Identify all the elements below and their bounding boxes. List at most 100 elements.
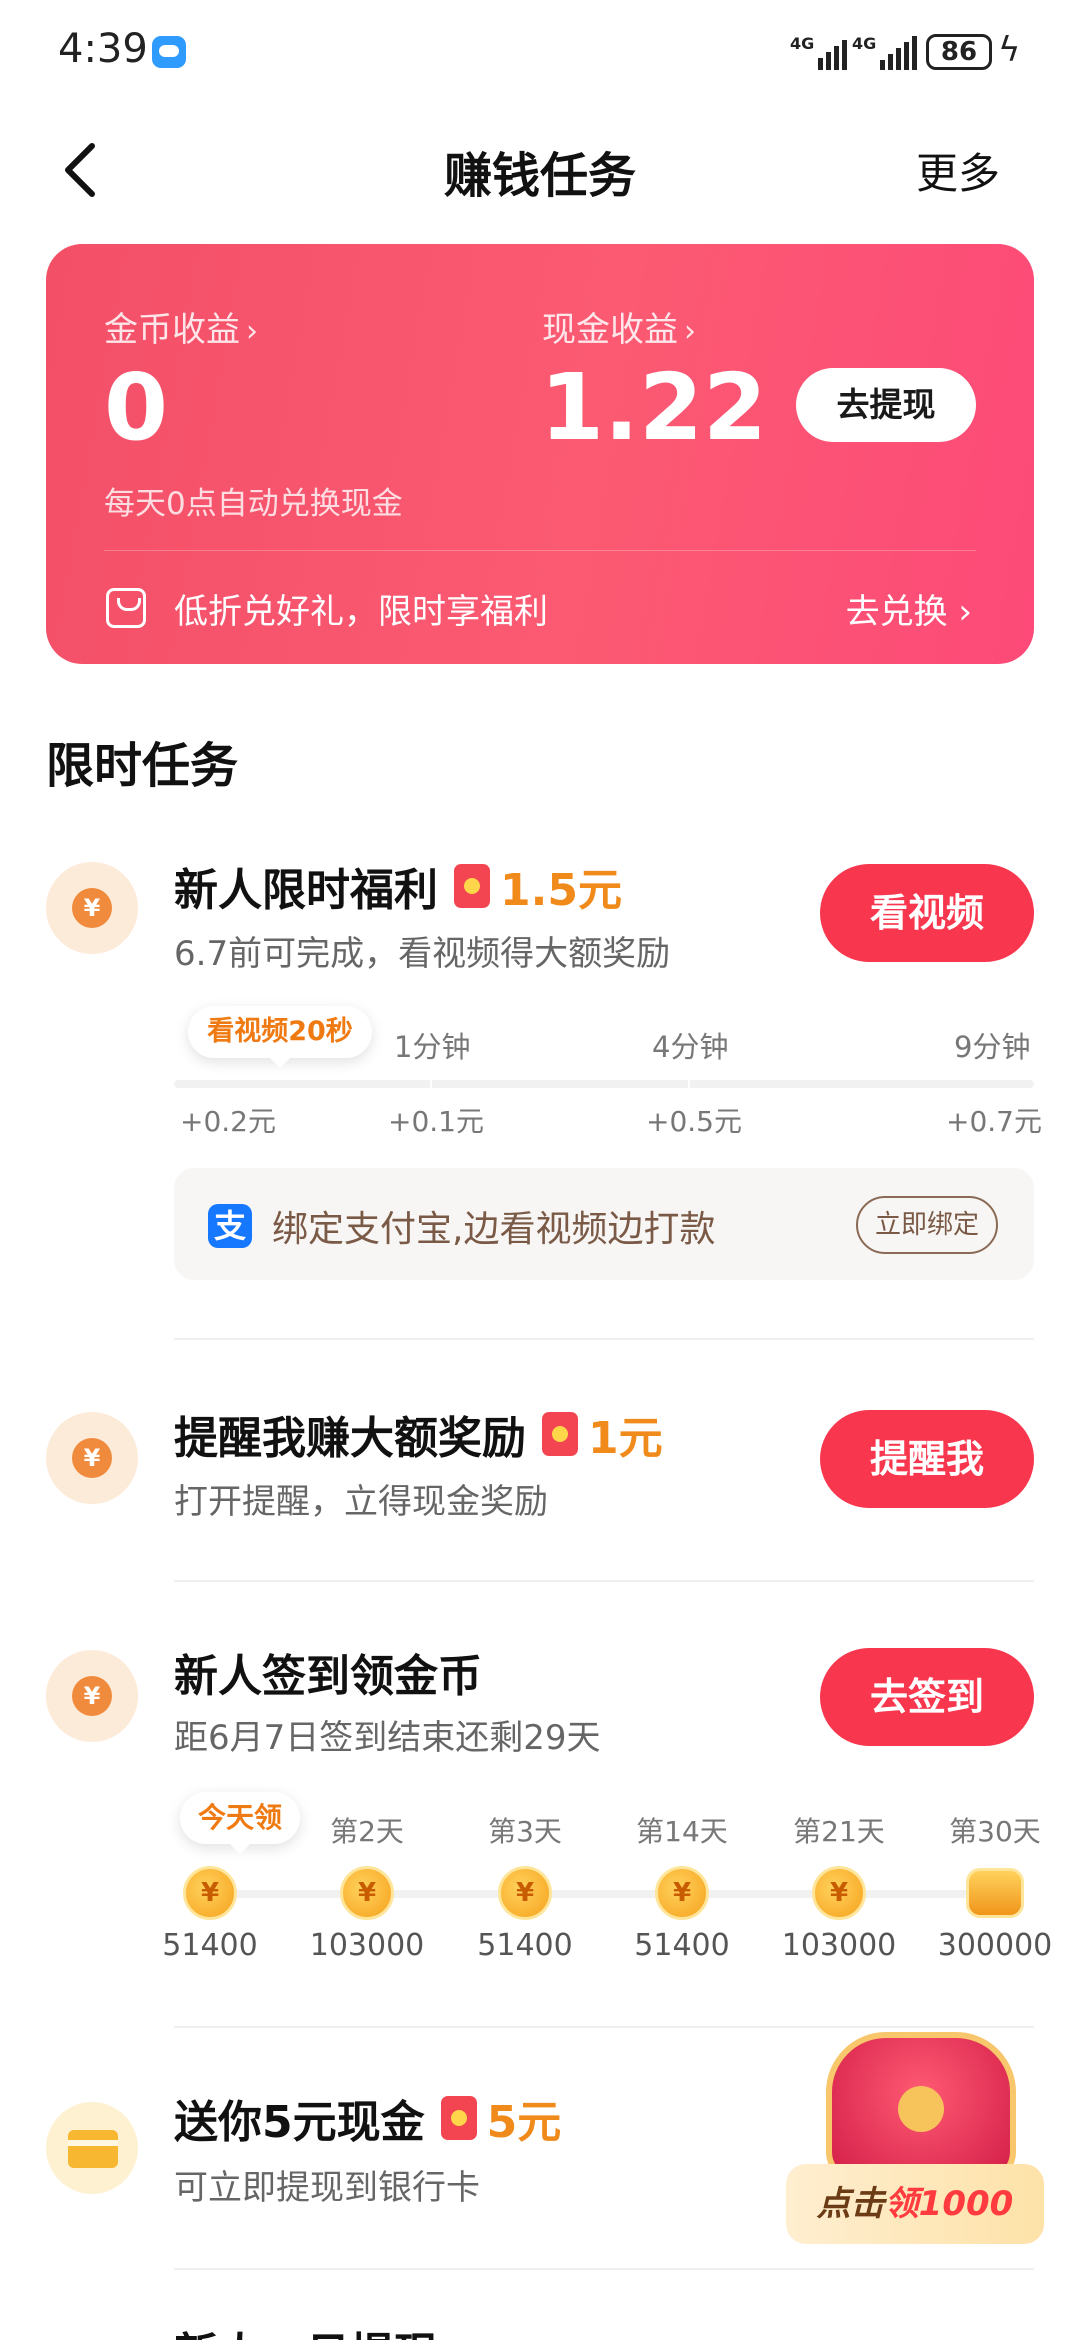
status-bar: 4:39 4G 4G 86 ϟ (0, 0, 1080, 108)
alipay-text: 绑定支付宝,边看视频边打款 (272, 1209, 716, 1250)
status-time: 4:39 (58, 26, 148, 72)
day-label: 第14天 (636, 1815, 728, 1848)
charging-icon: ϟ (998, 30, 1021, 70)
coin-earnings-link[interactable]: 金币收益 › (104, 302, 258, 351)
nav-bar: 赚钱任务 更多 (0, 120, 1080, 220)
signal-label-2: 4G (852, 34, 877, 53)
today-tip-bubble: 今天领 (180, 1792, 300, 1854)
alipay-icon: 支 (208, 1204, 252, 1248)
badge-highlight: 领1000 (884, 2184, 1014, 2224)
task-title-text: 提醒我赚大额奖励 (174, 1413, 526, 1464)
task-subtitle: 可立即提现到银行卡 (174, 2168, 480, 2208)
red-packet-icon (454, 864, 490, 908)
coin-icon: ¥ (498, 1866, 552, 1920)
yuan-coin-icon: ¥ (72, 888, 112, 928)
progress-tick (688, 1074, 690, 1094)
promo-text: 低折兑好礼，限时享福利 (174, 592, 548, 632)
task-reward: 1元 (588, 1413, 663, 1464)
next-task-title: 新人一日提现 (174, 2318, 438, 2340)
day-label: 第2天 (330, 1815, 404, 1848)
day-amount: 103000 (309, 1928, 425, 1963)
sign-in-track (200, 1890, 1000, 1898)
divider (174, 1338, 1034, 1340)
progress-tick (430, 1074, 432, 1094)
chevron-right-icon: › (246, 314, 258, 349)
day-amount: 51400 (634, 1928, 730, 1963)
badge-prefix: 点击 (816, 2184, 885, 2224)
coin-stack-icon (966, 1868, 1024, 1918)
shopping-bag-icon (106, 588, 146, 628)
earnings-card: 金币收益 › 0 现金收益 › 1.22 去提现 每天0点自动兑换现金 低折兑好礼，… (46, 244, 1034, 664)
day-label: 第3天 (488, 1815, 562, 1848)
task-icon-cash (46, 2102, 138, 2194)
red-packet-icon (440, 2096, 477, 2140)
coin-icon: ¥ (183, 1866, 237, 1920)
task-title-text: 送你5元现金 (174, 2097, 425, 2148)
auto-exchange-note: 每天0点自动兑换现金 (104, 486, 403, 522)
bind-now-button[interactable]: 立即绑定 (856, 1196, 998, 1254)
day-label: 第30天 (949, 1815, 1041, 1848)
exchange-label: 去兑换 (845, 592, 948, 632)
divider (174, 2026, 1034, 2028)
task-title-signin: 新人签到领金币 (174, 1640, 482, 1704)
more-button[interactable]: 更多 (916, 140, 1000, 201)
yuan-coin-icon: ¥ (72, 1438, 112, 1478)
remind-me-button[interactable]: 提醒我 (820, 1410, 1034, 1508)
day-label: 第21天 (793, 1815, 885, 1848)
bank-card-icon (68, 2130, 118, 2168)
watch-video-button[interactable]: 看视频 (820, 864, 1034, 962)
yuan-coin-icon: ¥ (72, 1676, 112, 1716)
day-amount: 51400 (477, 1928, 573, 1963)
progress-reward: +0.1元 (388, 1105, 484, 1138)
cash-earnings-label: 现金收益 (542, 310, 678, 350)
chest-seal-icon (898, 2086, 944, 2132)
coin-icon: ¥ (812, 1866, 866, 1920)
progress-reward: +0.2元 (180, 1105, 276, 1138)
day-amount: 300000 (937, 1928, 1053, 1963)
task-title-video: 新人限时福利 1.5元 (174, 854, 622, 918)
task-title-remind: 提醒我赚大额奖励 1元 (174, 1402, 663, 1466)
coin-earnings-label: 金币收益 (104, 310, 240, 350)
coin-earnings-value: 0 (104, 354, 169, 461)
signal-label-1: 4G (790, 34, 815, 53)
cash-earnings-value: 1.22 (540, 354, 767, 461)
task-subtitle: 距6月7日签到结束还剩29天 (174, 1718, 601, 1758)
exchange-link[interactable]: 去兑换 › (846, 584, 972, 633)
signal-bars-icon (818, 36, 847, 70)
video-progress-track (174, 1080, 1034, 1088)
task-reward: 5元 (486, 2097, 562, 2148)
card-divider (104, 550, 976, 551)
progress-reward: +0.5元 (646, 1105, 742, 1138)
cash-earnings-link[interactable]: 现金收益 › (542, 302, 696, 351)
task-subtitle: 6.7前可完成，看视频得大额奖励 (174, 934, 671, 974)
task-title-cash: 送你5元现金 5元 (174, 2086, 561, 2150)
message-icon (152, 36, 186, 68)
progress-label: 4分钟 (652, 1030, 729, 1064)
signal-bars-icon-2 (880, 36, 917, 70)
task-icon-signin: ¥ (46, 1650, 138, 1742)
red-packet-icon (542, 1412, 578, 1456)
battery-indicator: 86 (926, 34, 992, 70)
task-reward: 1.5元 (500, 865, 622, 916)
progress-label: 9分钟 (954, 1030, 1031, 1064)
task-title-text: 新人签到领金币 (174, 1651, 482, 1702)
progress-reward: +0.7元 (946, 1105, 1042, 1138)
day-amount: 103000 (781, 1928, 897, 1963)
progress-label: 1分钟 (394, 1030, 471, 1064)
chevron-right-icon: › (684, 314, 696, 349)
divider (174, 1580, 1034, 1582)
task-subtitle: 打开提醒，立得现金奖励 (174, 1482, 548, 1522)
coin-icon: ¥ (655, 1866, 709, 1920)
sign-in-button[interactable]: 去签到 (820, 1648, 1034, 1746)
chevron-right-icon: › (958, 592, 972, 632)
treasure-chest-icon[interactable] (826, 2032, 1016, 2182)
claim-1000-badge[interactable]: 点击领1000 (786, 2164, 1044, 2244)
task-icon-remind: ¥ (46, 1412, 138, 1504)
divider (174, 2268, 1034, 2270)
withdraw-button[interactable]: 去提现 (796, 368, 976, 442)
task-icon-video: ¥ (46, 862, 138, 954)
alipay-bind-bar[interactable]: 支 绑定支付宝,边看视频边打款 立即绑定 (174, 1168, 1034, 1280)
day-amount: 51400 (162, 1928, 258, 1963)
video-tip-bubble: 看视频20秒 (188, 1006, 372, 1068)
coin-icon: ¥ (340, 1866, 394, 1920)
